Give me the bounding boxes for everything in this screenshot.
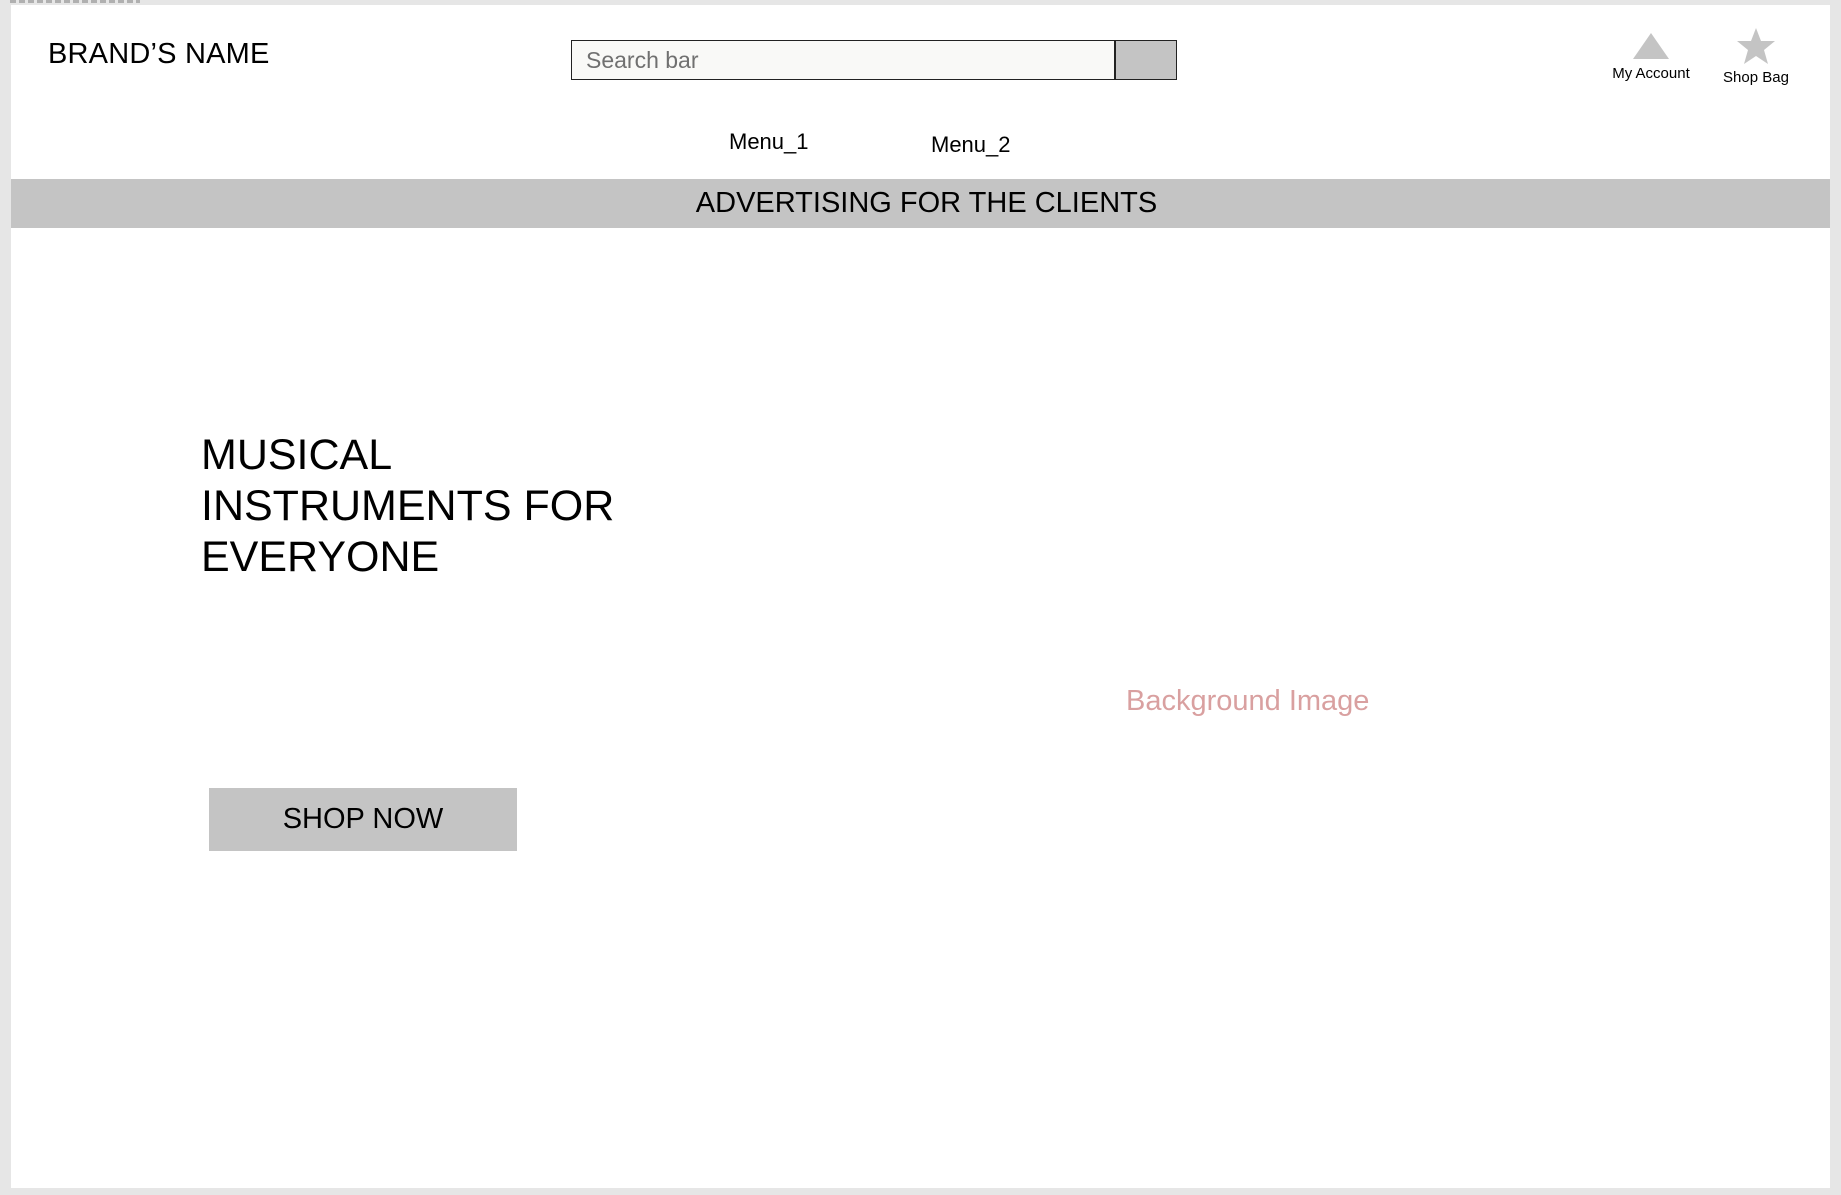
triangle-icon — [1633, 33, 1669, 59]
search-bar — [571, 40, 1178, 80]
my-account-label: My Account — [1612, 65, 1690, 82]
nav-menu-1[interactable]: Menu_1 — [729, 129, 809, 155]
page-canvas: BRAND’S NAME My Account Shop Bag Menu_1 … — [11, 5, 1830, 1188]
shop-bag-label: Shop Bag — [1723, 69, 1789, 86]
shop-now-button[interactable]: SHOP NOW — [209, 788, 517, 851]
background-image-placeholder: Background Image — [1126, 685, 1370, 717]
my-account-button[interactable]: My Account — [1596, 31, 1706, 82]
canvas-label-scribble — [10, 0, 140, 3]
advertising-banner[interactable]: ADVERTISING FOR THE CLIENTS — [11, 179, 1830, 228]
advertising-banner-text: ADVERTISING FOR THE CLIENTS — [695, 187, 1158, 219]
star-icon — [1737, 28, 1775, 64]
search-input[interactable] — [571, 40, 1115, 80]
search-button[interactable] — [1114, 40, 1177, 80]
hero-headline: MUSICAL INSTRUMENTS FOR EVERYONE — [201, 431, 615, 581]
brand-name[interactable]: BRAND’S NAME — [48, 38, 270, 71]
shop-bag-button[interactable]: Shop Bag — [1711, 27, 1801, 86]
nav-menu-2[interactable]: Menu_2 — [931, 132, 1011, 158]
